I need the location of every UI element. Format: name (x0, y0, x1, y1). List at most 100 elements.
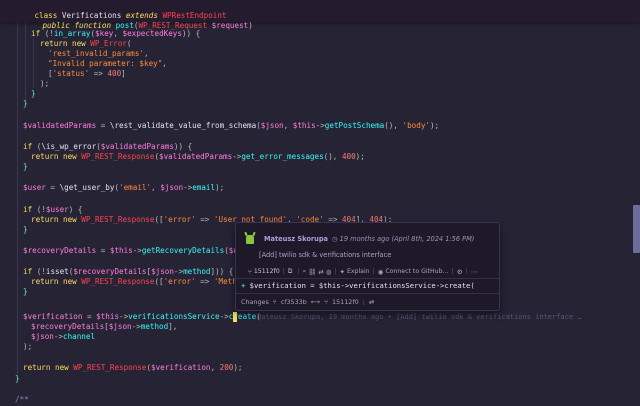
code-token: => (195, 215, 214, 224)
code-token: -> (53, 332, 64, 341)
search-icon[interactable]: ⌕ (303, 267, 307, 276)
git-blame-hover-card[interactable]: Mateusz Skorupa ◷ 19 months ago (April 8… (235, 222, 500, 311)
code-token: getRecoveryDetails (141, 246, 225, 255)
code-line[interactable]: if (!isset($recoveryDetails[$json->metho… (23, 267, 233, 277)
sticky-function-line[interactable]: public function post(WP_REST_Request $re… (15, 11, 252, 30)
code-token: $user (45, 205, 69, 214)
changes-bar: Changes ⑂ cf3533b ⟷ ⑂ 15112f0 | ⇄ (241, 298, 375, 306)
code-line[interactable]: } (23, 162, 28, 172)
code-line[interactable]: return new WP_REST_Response(['error' => … (31, 277, 260, 287)
code-token: -> (183, 183, 193, 192)
code-token: $recoveryDetails (73, 267, 147, 276)
settings-icon[interactable]: ⚙ (457, 268, 463, 276)
code-token: return new (31, 215, 82, 224)
code-token: $recoveryDetails (23, 246, 97, 255)
diff-plus: + (241, 281, 246, 290)
commit-message: [Add] twilio sdk & verifications interfa… (259, 251, 392, 259)
changes-label: Changes (241, 298, 269, 306)
branch-icon: ⑂ (248, 267, 252, 276)
code-token: \rest_validate_value_from_schema (109, 121, 257, 130)
code-line[interactable]: $recoveryDetails[$json->method], (31, 322, 177, 332)
code-token: ); (23, 342, 33, 351)
function-name: post (115, 21, 134, 30)
code-token: 400 (107, 69, 122, 78)
code-token: => (89, 69, 108, 78)
param-var: $request (211, 21, 249, 30)
code-token: if (23, 142, 33, 151)
sticky-class-line[interactable]: class Verifications extends WPRestEndpoi… (7, 1, 226, 20)
commit-author[interactable]: Mateusz Skorupa (264, 235, 328, 243)
sticky-scroll-header[interactable]: class Verifications extends WPRestEndpoi… (0, 0, 640, 30)
code-token: -> (131, 322, 141, 331)
code-token: WP_REST_Response (81, 215, 155, 224)
changes-from-sha[interactable]: cf3533b (281, 298, 307, 306)
code-token: 'body' (402, 121, 430, 130)
code-token: "Invalid parameter: $key" (48, 59, 163, 68)
code-line[interactable]: ); (23, 342, 32, 352)
code-line[interactable]: $validatedParams = \rest_validate_value_… (23, 121, 439, 131)
code-token: , (144, 49, 149, 58)
code-editor[interactable]: class Verifications extends WPRestEndpoi… (0, 0, 640, 406)
code-line[interactable]: /** (15, 395, 29, 405)
code-token: $validatedParams (100, 142, 174, 151)
code-token: => (195, 277, 214, 286)
code-token: 'email' (119, 183, 152, 192)
link-icon[interactable]: ⛓ (308, 268, 316, 276)
code-line[interactable]: if (\is_wp_error($validatedParams)) { (23, 142, 192, 152)
code-token: 'rest_invalid_params' (48, 49, 145, 58)
code-line[interactable]: $verification = $this->verificationsServ… (23, 312, 261, 322)
code-line[interactable]: if (!$user) { (23, 205, 82, 215)
code-token: -> (315, 121, 325, 130)
code-line[interactable]: ['status' => 400] (48, 69, 126, 79)
code-token: = (96, 121, 110, 130)
code-token: return new (40, 39, 91, 48)
copy-icon[interactable]: ⧉ (288, 267, 293, 276)
code-token: ] (121, 69, 126, 78)
vertical-scrollbar-thumb[interactable] (633, 205, 640, 253)
more-icon[interactable]: ⋯ (471, 268, 478, 276)
code-token: return new (31, 277, 82, 286)
keyword-function: function (74, 21, 112, 30)
code-token: ( (32, 142, 42, 151)
code-line[interactable]: $recoveryDetails = $this->getRecoveryDet… (23, 246, 261, 256)
hover-divider (236, 278, 499, 279)
connect-github-link[interactable]: Connect to GitHub… (385, 268, 448, 275)
code-token: -> (173, 267, 184, 276)
code-line[interactable]: $json->channel (31, 332, 95, 342)
code-token: , (283, 121, 293, 130)
code-line[interactable]: } (23, 99, 28, 109)
clock-icon: ◷ (332, 235, 338, 243)
code-token: return new (23, 363, 74, 372)
code-token: 400 (341, 152, 356, 161)
compare-icon[interactable]: ⇄ (318, 268, 323, 276)
code-token: 'error' (163, 277, 196, 286)
commit-time: 19 months ago (April 8th, 2024 1:56 PM) (339, 235, 475, 243)
code-token: -> (232, 152, 242, 161)
globe-icon[interactable]: ◍ (326, 268, 332, 276)
code-line[interactable]: } (23, 287, 28, 297)
code-token: (), (384, 121, 403, 130)
code-line[interactable]: $user = \get_user_by('email', $json->ema… (23, 183, 224, 193)
code-line[interactable]: ); (40, 79, 49, 89)
code-line[interactable]: } (15, 374, 20, 384)
code-line[interactable]: 'rest_invalid_params', (48, 49, 149, 59)
code-line[interactable]: return new WP_Error( (40, 39, 131, 49)
code-line[interactable]: "Invalid parameter: $key", (48, 59, 167, 69)
changes-to-sha[interactable]: 15112f0 (332, 298, 359, 306)
code-token: channel (63, 332, 96, 341)
code-token: ])) { (210, 267, 234, 276)
code-line[interactable]: } (23, 225, 28, 235)
explain-link[interactable]: Explain (347, 268, 370, 275)
compare-icon[interactable]: ⇄ (369, 298, 374, 306)
code-token: return new (31, 152, 82, 161)
branch-icon: ⑂ (272, 298, 277, 306)
code-line[interactable]: return new WP_REST_Response($verificatio… (23, 363, 243, 373)
code-line[interactable]: return new WP_REST_Response($validatedPa… (31, 152, 365, 162)
code-token: WP_REST_Response (81, 277, 155, 286)
arrow-right-icon: ⟷ (310, 298, 321, 306)
keyword-public: public (42, 21, 70, 30)
code-token: email (192, 183, 216, 192)
commit-sha-link[interactable]: 15112f0 (254, 268, 280, 275)
code-token: -> (132, 246, 142, 255)
code-line[interactable]: } (31, 89, 36, 99)
